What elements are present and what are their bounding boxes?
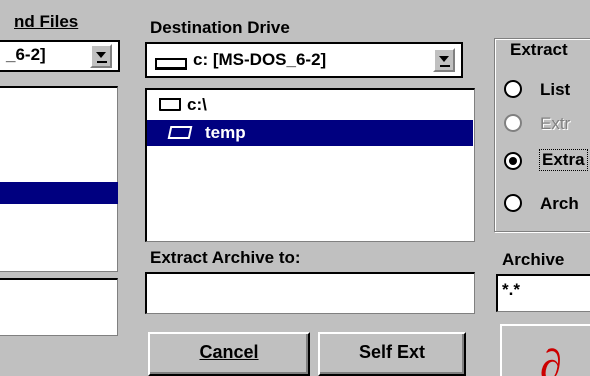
source-file-selected-row[interactable]	[0, 182, 118, 204]
radio-arch-button[interactable]	[504, 194, 522, 212]
radio-list-button[interactable]	[504, 80, 522, 98]
source-drive-dropdown-button[interactable]	[90, 44, 112, 68]
tree-item-label: temp	[205, 123, 246, 142]
source-file-info-box	[0, 278, 118, 336]
archive-filter-input[interactable]: *.*	[496, 274, 590, 312]
source-file-list[interactable]	[0, 86, 118, 272]
red-logo-icon: ∂	[540, 341, 562, 376]
destination-drive-combo[interactable]: c: [MS-DOS_6-2]	[145, 42, 463, 78]
extract-group-title: Extract	[508, 40, 570, 60]
logo-button[interactable]: ∂	[500, 324, 590, 376]
destination-drive-header: Destination Drive	[150, 18, 290, 37]
self-ext-button-label: Self Ext	[358, 342, 426, 362]
destination-directory-tree[interactable]: c:\ temp	[145, 88, 475, 242]
tree-item-temp[interactable]: temp	[147, 120, 473, 146]
tree-item-label: c:\	[187, 95, 207, 114]
folder-closed-icon	[159, 98, 181, 111]
archive-filter-value: *.*	[502, 280, 520, 299]
destination-drive-text: c: [MS-DOS_6-2]	[193, 50, 327, 69]
tree-item-root[interactable]: c:\	[151, 94, 471, 116]
radio-list-label: List	[540, 80, 571, 99]
self-ext-button[interactable]: Self Ext	[318, 332, 466, 376]
extract-archive-to-input[interactable]	[145, 272, 475, 314]
source-drive-combo[interactable]: _6-2]	[0, 40, 120, 72]
destination-drive-dropdown-button[interactable]	[433, 48, 455, 72]
radio-extra-label: Extra	[539, 149, 588, 171]
hard-drive-icon	[155, 58, 187, 70]
folder-open-icon	[167, 126, 193, 139]
files-header: nd Files	[14, 12, 79, 31]
radio-extra-button[interactable]	[504, 152, 522, 170]
radio-arch-label: Arch	[540, 194, 579, 213]
archive-label: Archive	[502, 250, 565, 269]
chevron-down-icon	[439, 56, 449, 62]
source-drive-text: _6-2]	[6, 45, 46, 64]
radio-extr-button[interactable]	[504, 114, 522, 132]
cancel-button[interactable]: Cancel	[148, 332, 310, 376]
cancel-button-label: Cancel	[199, 342, 259, 362]
radio-extr-label: Extr	[540, 114, 571, 133]
extract-archive-to-label: Extract Archive to:	[150, 248, 301, 267]
chevron-down-icon	[96, 52, 106, 58]
